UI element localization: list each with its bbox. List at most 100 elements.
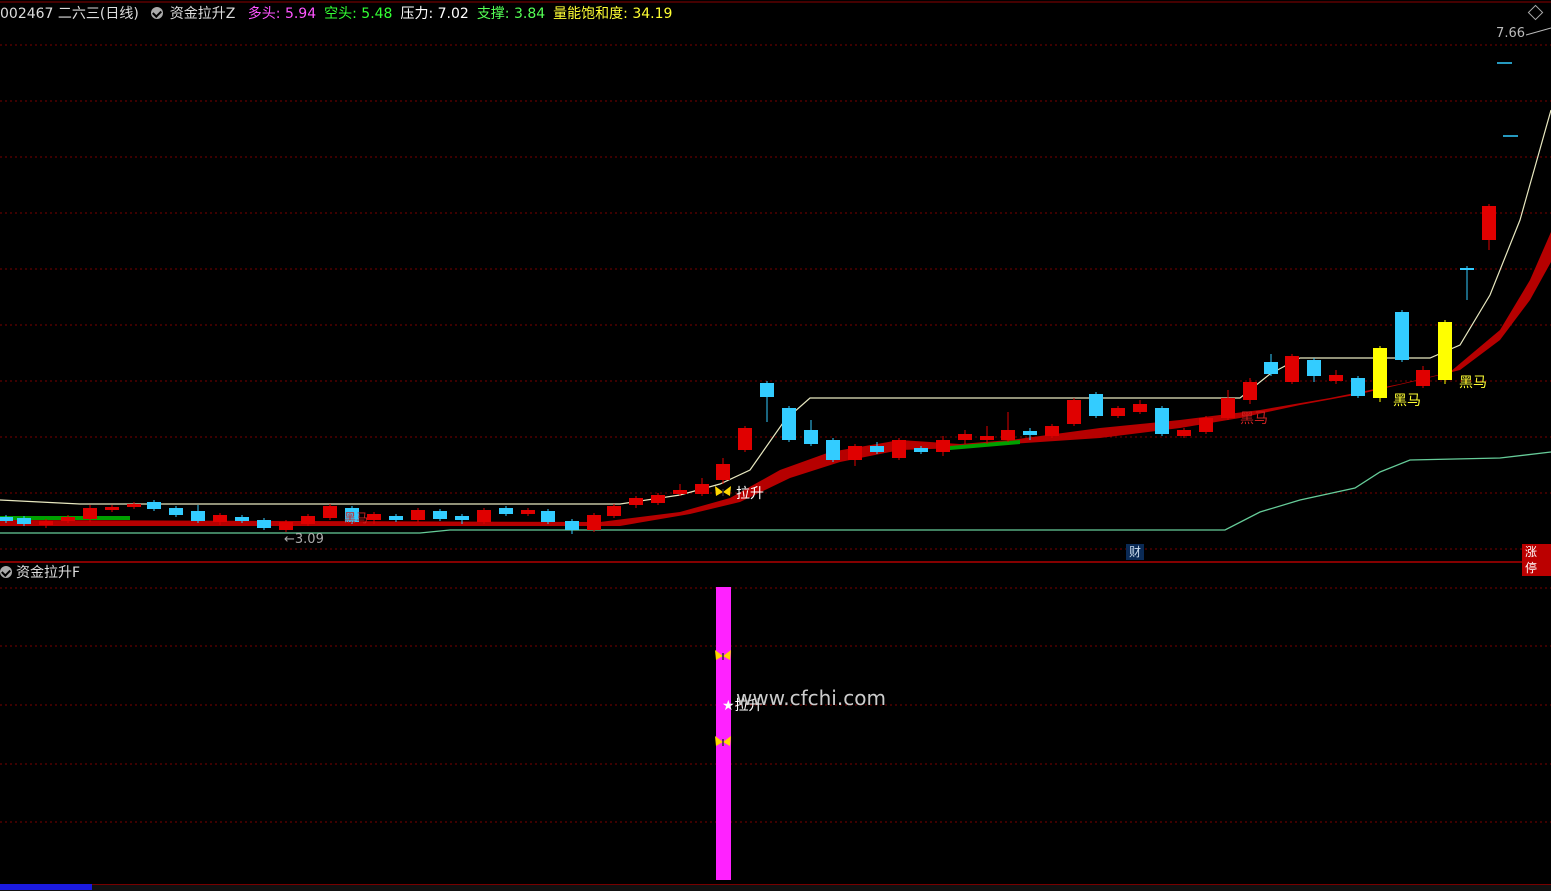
candle	[738, 428, 752, 450]
candle	[1243, 382, 1257, 400]
candle	[782, 408, 796, 440]
candlesticks	[0, 27, 1551, 534]
candle	[760, 383, 774, 397]
butterfly-wing	[715, 486, 723, 496]
candle	[958, 434, 972, 440]
candle	[257, 520, 271, 528]
candle	[367, 514, 381, 520]
candle	[1045, 426, 1059, 436]
candle	[499, 508, 513, 514]
candle	[1307, 360, 1321, 376]
candle	[235, 517, 249, 521]
sub-panel-title[interactable]: 资金拉升F	[16, 565, 80, 581]
candle	[651, 495, 665, 503]
dark-horse-label: 黑马	[1459, 375, 1487, 391]
candle-highlight	[1373, 348, 1387, 398]
candle	[1264, 362, 1278, 374]
dark-horse-label: 黑马	[1240, 411, 1268, 427]
ribbon-up	[0, 232, 1551, 526]
candle	[1395, 312, 1409, 360]
indicator-values: 多头: 5.94 空头: 5.48 压力: 7.02 支撑: 3.84 量能饱和度: 3…	[242, 6, 675, 22]
candle	[39, 521, 53, 525]
limit-up-badge[interactable]: 涨停	[1522, 544, 1551, 576]
candle	[213, 515, 227, 522]
candle	[17, 518, 31, 524]
lift-signal-label: 拉升	[736, 486, 764, 502]
candle	[521, 510, 535, 514]
low-price-label: ←3.09	[284, 532, 324, 547]
candle	[804, 430, 818, 444]
candle	[1460, 268, 1474, 270]
candle	[848, 446, 862, 460]
candle	[389, 516, 403, 520]
signal-bar	[716, 587, 731, 880]
watermark: www.cfchi.com	[736, 686, 886, 710]
indicator-value-1: 空头: 5.48	[324, 6, 393, 22]
candle	[1155, 408, 1169, 434]
check-icon[interactable]	[0, 566, 12, 578]
chart-grid	[0, 1, 1551, 890]
candle	[411, 510, 425, 520]
candle	[323, 506, 337, 518]
indicator-name[interactable]: 资金拉升Z	[170, 6, 236, 22]
candle	[1416, 370, 1430, 386]
candle	[147, 502, 161, 509]
candle	[695, 484, 709, 494]
candle	[587, 515, 601, 530]
kline-chart[interactable]: 拉升黑马黑马黑马黑马←3.09 ★拉升	[0, 0, 1551, 890]
high-price-label: 7.66	[1496, 26, 1525, 41]
candle	[541, 511, 555, 522]
candle	[1199, 418, 1213, 432]
candle	[1329, 375, 1343, 381]
indicator-value-3: 支撑: 3.84	[476, 6, 546, 22]
candle	[105, 507, 119, 510]
candle	[1285, 356, 1299, 382]
sub-panel-header: 资金拉升F	[0, 564, 80, 582]
candle	[61, 517, 75, 521]
candle	[1133, 404, 1147, 412]
candle-highlight	[1438, 322, 1452, 380]
candle	[826, 440, 840, 460]
candle	[127, 504, 141, 507]
indicator-value-0: 多头: 5.94	[247, 6, 317, 22]
indicator-value-4: 量能饱和度: 34.19	[553, 6, 673, 22]
candle	[1482, 206, 1496, 240]
butterfly-wing	[723, 486, 731, 496]
stock-title[interactable]: 002467 二六三(日线)	[0, 6, 139, 22]
candle	[83, 508, 97, 519]
candle	[914, 448, 928, 452]
candle	[279, 522, 293, 530]
candle	[870, 446, 884, 452]
dark-horse-label: 黑马	[344, 511, 368, 525]
candle	[607, 506, 621, 516]
finance-badge[interactable]: 财	[1126, 544, 1145, 560]
candle	[455, 516, 469, 520]
candle	[433, 511, 447, 519]
check-icon[interactable]	[151, 7, 164, 19]
butterfly-icon	[715, 486, 731, 496]
candle	[673, 490, 687, 494]
candle	[1221, 398, 1235, 418]
candle	[716, 464, 730, 480]
sub-indicator-panel: ★拉升	[715, 587, 763, 880]
trend-ribbon	[0, 232, 1551, 526]
high-arrow	[1525, 27, 1551, 36]
date-axis-cursor	[0, 884, 92, 890]
dark-horse-label: 黑马	[1393, 393, 1421, 409]
candle	[1001, 430, 1015, 440]
indicator-header: 002467 二六三(日线) 资金拉升Z 多头: 5.94 空头: 5.48 压力:…	[0, 4, 676, 24]
candle	[1023, 431, 1037, 435]
candle	[1111, 408, 1125, 416]
candle	[629, 498, 643, 505]
indicator-value-2: 压力: 7.02	[400, 6, 469, 22]
signal-markers: 拉升黑马黑马黑马黑马←3.09	[284, 375, 1487, 547]
candle	[1089, 394, 1103, 416]
candle	[191, 511, 205, 521]
candle	[980, 436, 994, 440]
candle	[1067, 400, 1081, 424]
ma-line	[0, 109, 1551, 505]
candle	[1177, 430, 1191, 436]
candle	[0, 517, 13, 521]
candle	[565, 521, 579, 530]
candle	[301, 516, 315, 524]
